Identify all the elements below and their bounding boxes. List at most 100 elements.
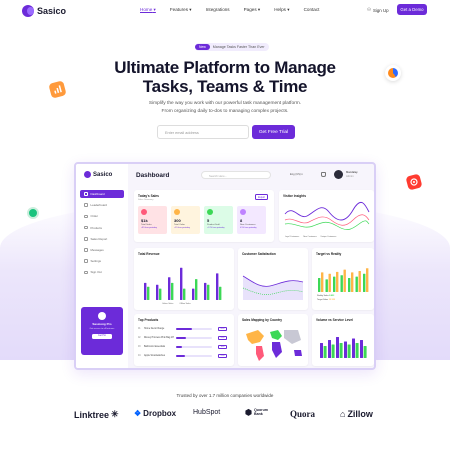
- signup-label: Sign Up: [372, 7, 389, 13]
- linktree-logo: Linktree ✳: [74, 409, 119, 420]
- customer-icon: [240, 209, 246, 215]
- sales-icon: [141, 209, 147, 215]
- zillow-logo: ⌂ Zillow: [340, 409, 373, 419]
- chart-bar: [159, 288, 162, 300]
- chart-bar: [328, 340, 331, 358]
- card-title: Today's Sales: [138, 194, 159, 198]
- get-pro-button[interactable]: Get Pro: [92, 334, 112, 339]
- chart-icon: [84, 237, 88, 241]
- nav-link-features[interactable]: Features ▾: [170, 7, 192, 13]
- sidebar-item-order[interactable]: Order: [80, 212, 124, 220]
- nav-link-integrations[interactable]: Integrations: [206, 7, 230, 13]
- dashboard-icon: [84, 192, 88, 196]
- signup-link[interactable]: ⚇ Sign Up: [367, 7, 389, 13]
- table-row[interactable]: 03 Bathroom Essentials 18%: [138, 344, 230, 350]
- hero-title: Ultimate Platform to Manage Tasks, Teams…: [0, 58, 450, 96]
- legend-target: Target Sales 12.122: [317, 298, 335, 302]
- cart-icon: [84, 214, 88, 219]
- quorum-label: Quorum Bank: [253, 408, 268, 416]
- nav-link-home-label: Home: [140, 7, 153, 12]
- bell-icon[interactable]: [321, 172, 326, 177]
- sidebar-item-sales-report[interactable]: Sales Report: [80, 235, 124, 243]
- announcement-badge[interactable]: New Manage Tasks Faster Than Ever: [195, 43, 269, 51]
- sidebar-item-label: Sales Report: [90, 236, 108, 241]
- quorum-icon: ⬢: [245, 407, 252, 417]
- nav-link-helps-label: Helps: [274, 7, 286, 12]
- clock-icon: [27, 207, 39, 219]
- sidebar-item-sign-out[interactable]: Sign Out: [80, 268, 124, 276]
- quora-label: Quora: [290, 409, 316, 419]
- language-label: Eng (US): [290, 173, 301, 176]
- nav-link-pages[interactable]: Pages ▾: [244, 7, 261, 13]
- user-role: Admin: [346, 174, 354, 178]
- stat-label: Total Order: [174, 224, 185, 226]
- sidebar-item-label: Leaderboard: [90, 203, 107, 208]
- dashboard-search-input[interactable]: Search Here...: [201, 171, 271, 179]
- sidebar-item-products[interactable]: Products: [80, 224, 124, 232]
- nav-link-helps[interactable]: Helps ▾: [274, 7, 289, 13]
- target-bar-chart: [318, 268, 369, 292]
- target-legend: Reality Sales 8.823 Target Sales 12.122: [317, 294, 335, 302]
- popularity-bar: [176, 346, 212, 348]
- chart-bar: [195, 279, 198, 300]
- language-select[interactable]: Eng (US) ▾: [290, 173, 303, 176]
- satisfaction-area-chart: [242, 275, 304, 300]
- top-products-card: Top Products 01 Home Decor Range 45% 02 …: [134, 314, 234, 366]
- stat-change: +1.2% from yesterday: [207, 227, 225, 229]
- sales-percent: 45%: [218, 327, 228, 331]
- free-trial-button[interactable]: Get Free Trial: [252, 125, 295, 139]
- target-icon: [405, 173, 423, 191]
- new-tag: New: [195, 44, 210, 50]
- get-demo-button[interactable]: Get a Demo: [397, 4, 427, 15]
- sidebar-item-dashboard[interactable]: Dashboard: [80, 190, 124, 198]
- nav-link-home[interactable]: Home ▾: [140, 7, 156, 13]
- chart-bar: [216, 273, 219, 300]
- product-name: Disney Princess Pink Bag 18': [144, 337, 174, 339]
- leaderboard-icon: [84, 203, 88, 207]
- sidebar-item-leaderboard[interactable]: Leaderboard: [80, 201, 124, 209]
- chart-bar: [344, 341, 347, 358]
- sidebar-item-label: Dashboard: [90, 192, 105, 196]
- legend-unique: Unique Customers: [320, 236, 337, 238]
- product-name: Apple Smartwatches: [144, 355, 166, 357]
- sidebar-item-settings[interactable]: Settings: [80, 257, 124, 265]
- chart-bar: [343, 269, 346, 292]
- dashboard-logo: Sasico: [84, 171, 112, 178]
- stat-tile-product-sold: 5 Product Sold +1.2% from yesterday: [204, 206, 233, 234]
- dropbox-logo: ❖ Dropbox: [134, 409, 176, 418]
- quorum-logo: ⬢ Quorum Bank: [245, 407, 268, 417]
- sales-percent: 18%: [218, 345, 228, 349]
- table-row[interactable]: 04 Apple Smartwatches 25%: [138, 353, 230, 359]
- nav-link-contact[interactable]: Contact: [304, 7, 320, 13]
- legend-online: Online Sales: [162, 303, 174, 305]
- product-name: Home Decor Range: [144, 328, 165, 330]
- chart-bar: [168, 277, 171, 300]
- chart-bar: [355, 276, 358, 292]
- chart-bar: [204, 282, 207, 300]
- dashboard-sidebar: Sasico Dashboard Leaderboard Order Produ…: [76, 164, 128, 368]
- user-icon: ⚇: [367, 7, 371, 12]
- table-row[interactable]: 02 Disney Princess Pink Bag 18' 29%: [138, 335, 230, 341]
- popularity-fill: [176, 355, 185, 357]
- nav-links: Home ▾ Features ▾ Integrations Pages ▾ H…: [140, 7, 319, 13]
- stat-tile-new-customers: 8 New Customers 0.5% from yesterday: [237, 206, 266, 234]
- dropbox-label: Dropbox: [143, 409, 177, 418]
- legend-new: New Customers: [303, 236, 317, 238]
- chart-bar: [336, 271, 339, 292]
- brand-name: Sasico: [37, 6, 67, 16]
- sidebar-item-messages[interactable]: Messages: [80, 246, 124, 254]
- popularity-fill: [176, 346, 183, 348]
- hubspot-label: HubSpot: [193, 409, 221, 416]
- stat-tile-total-sales: $1k Total Sales +8% from yesterday: [138, 206, 167, 234]
- email-input[interactable]: Enter email address: [157, 125, 249, 139]
- chart-bar: [321, 272, 324, 292]
- table-row[interactable]: 01 Home Decor Range 45%: [138, 326, 230, 332]
- zillow-label: Zillow: [347, 409, 373, 419]
- stat-change: +8% from yesterday: [141, 227, 158, 229]
- export-button[interactable]: Export: [255, 194, 268, 200]
- sidebar-item-label: Order: [90, 214, 98, 219]
- chart-bar: [207, 284, 210, 300]
- brand-logo[interactable]: Sasico: [22, 5, 66, 17]
- avatar[interactable]: [334, 170, 343, 179]
- stat-label: New Customers: [240, 224, 256, 226]
